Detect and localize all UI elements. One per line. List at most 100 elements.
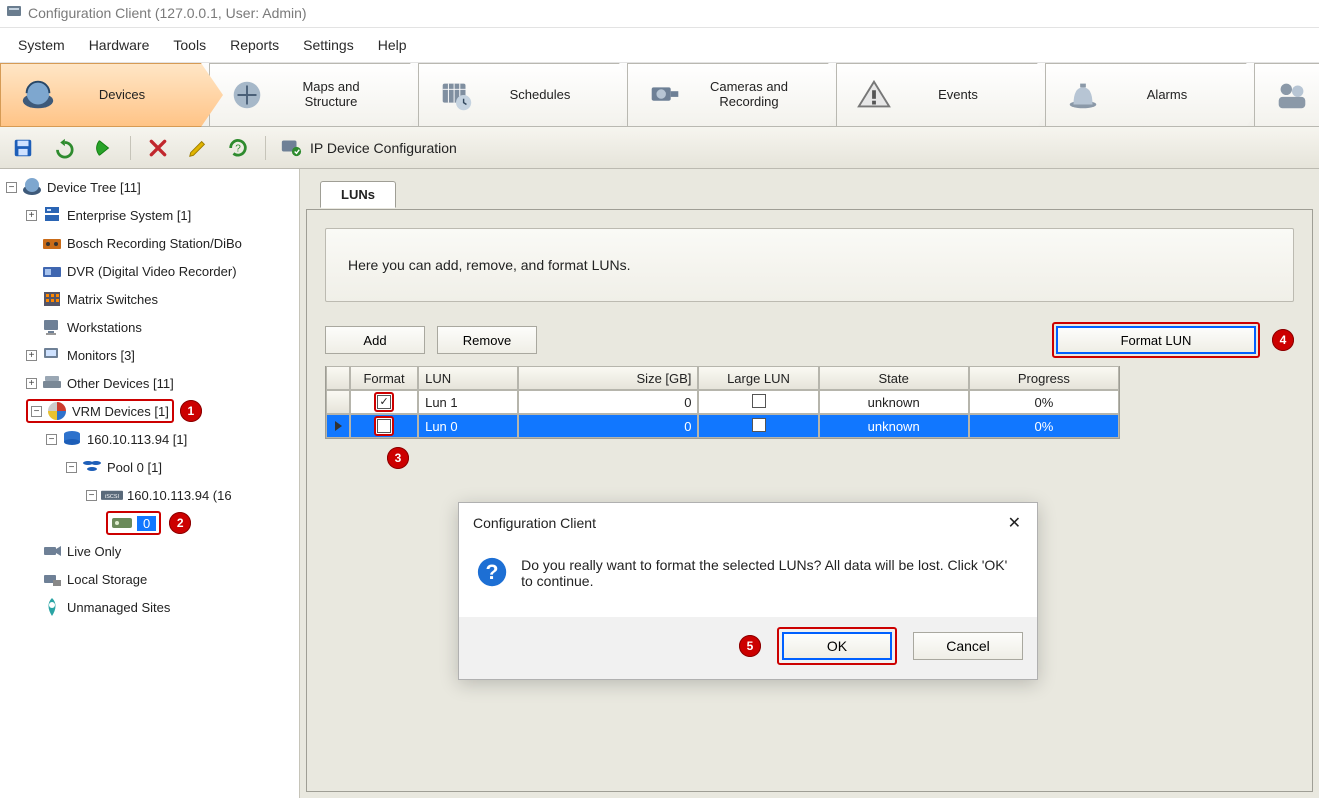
luns-panel: Here you can add, remove, and format LUN… (306, 209, 1313, 792)
col-format[interactable]: Format (350, 366, 418, 390)
tree-liveonly[interactable]: Live Only (26, 537, 299, 565)
table-header-row: Format LUN Size [GB] Large LUN State Pro… (326, 366, 1119, 390)
edit-icon[interactable] (185, 135, 211, 161)
expand-icon[interactable]: + (26, 210, 37, 221)
undo-icon[interactable] (50, 135, 76, 161)
tree-vrm-ip-label: 160.10.113.94 [1] (87, 432, 187, 447)
menu-reports[interactable]: Reports (220, 34, 289, 56)
menu-settings[interactable]: Settings (293, 34, 364, 56)
format-lun-highlight: Format LUN (1052, 322, 1260, 358)
nav-alarms[interactable]: Alarms (1045, 63, 1268, 127)
large-lun-checkbox[interactable] (752, 418, 766, 432)
nav-maps[interactable]: Maps and Structure (209, 63, 432, 127)
tree-monitors-label: Monitors [3] (67, 348, 135, 363)
luns-table: Format LUN Size [GB] Large LUN State Pro… (325, 366, 1120, 439)
tree-lun0[interactable]: 0 2 (106, 509, 299, 537)
menu-hardware[interactable]: Hardware (79, 34, 160, 56)
menu-system[interactable]: System (8, 34, 75, 56)
nav-events[interactable]: Events (836, 63, 1059, 127)
tree-root[interactable]: − Device Tree [11] (6, 173, 299, 201)
collapse-icon[interactable]: − (6, 182, 17, 193)
alarms-icon (1064, 76, 1102, 114)
nav-schedules[interactable]: Schedules (418, 63, 641, 127)
iscsi-icon: iSCSI (101, 484, 123, 506)
add-button[interactable]: Add (325, 326, 425, 354)
remove-button[interactable]: Remove (437, 326, 537, 354)
site-icon (41, 596, 63, 618)
dialog-title-bar: Configuration Client ✕ (459, 503, 1037, 543)
col-large[interactable]: Large LUN (698, 366, 818, 390)
col-size[interactable]: Size [GB] (518, 366, 698, 390)
tree-vrm[interactable]: − VRM Devices [1] 1 (26, 397, 299, 425)
nav-users[interactable]: User Groups (1254, 63, 1319, 127)
tree-pool[interactable]: − Pool 0 [1] (66, 453, 299, 481)
delete-icon[interactable] (145, 135, 171, 161)
table-row[interactable]: Lun 0 0 unknown 0% (326, 414, 1119, 438)
format-checkbox[interactable] (377, 419, 391, 433)
lun-icon (111, 512, 133, 534)
table-row[interactable]: Lun 1 0 unknown 0% (326, 390, 1119, 414)
dialog-title: Configuration Client (473, 515, 596, 531)
callout-2: 2 (169, 512, 191, 534)
col-progress[interactable]: Progress (969, 366, 1119, 390)
tree-unmanaged[interactable]: Unmanaged Sites (26, 593, 299, 621)
cell-large[interactable] (698, 390, 818, 414)
col-lun[interactable]: LUN (418, 366, 518, 390)
format-lun-button[interactable]: Format LUN (1056, 326, 1256, 354)
cell-format[interactable] (350, 414, 418, 438)
events-icon (855, 76, 893, 114)
schedules-icon (437, 76, 475, 114)
users-icon (1273, 76, 1311, 114)
collapse-icon[interactable]: − (31, 406, 42, 417)
tab-luns[interactable]: LUNs (320, 181, 396, 208)
refresh-icon[interactable]: ? (225, 135, 251, 161)
cell-format[interactable] (350, 390, 418, 414)
tree-workstations-label: Workstations (67, 320, 142, 335)
ip-device-config[interactable]: IP Device Configuration (280, 135, 457, 160)
expand-icon[interactable]: + (26, 350, 37, 361)
cell-large[interactable] (698, 414, 818, 438)
nav-devices[interactable]: Devices (0, 63, 223, 127)
format-checkbox[interactable] (377, 395, 391, 409)
tree-workstations[interactable]: Workstations (26, 313, 299, 341)
nav-maps-label: Maps and Structure (276, 80, 386, 110)
tree-dvr[interactable]: DVR (Digital Video Recorder) (26, 257, 299, 285)
tree-other-label: Other Devices [11] (67, 376, 174, 391)
tree-iscsi[interactable]: − iSCSI 160.10.113.94 (16 (86, 481, 299, 509)
col-state[interactable]: State (819, 366, 969, 390)
cell-state: unknown (819, 414, 969, 438)
activate-icon[interactable] (90, 135, 116, 161)
save-icon[interactable] (10, 135, 36, 161)
svg-text:?: ? (486, 560, 499, 584)
tree-bosch[interactable]: Bosch Recording Station/DiBo (26, 229, 299, 257)
tree-enterprise[interactable]: + Enterprise System [1] (26, 201, 299, 229)
tree-pane: − Device Tree [11] + Enterprise System [… (0, 169, 300, 798)
collapse-icon[interactable]: − (86, 490, 97, 501)
tree-root-label: Device Tree [11] (47, 180, 141, 195)
row-header[interactable] (326, 390, 350, 414)
ok-button[interactable]: OK (782, 632, 892, 660)
menu-tools[interactable]: Tools (163, 34, 216, 56)
vrm-icon (46, 400, 68, 422)
toolbar-separator (130, 136, 131, 160)
tree-localstorage[interactable]: Local Storage (26, 565, 299, 593)
nav-cameras[interactable]: Cameras and Recording (627, 63, 850, 127)
expand-icon[interactable]: + (26, 378, 37, 389)
dialog-message: Do you really want to format the selecte… (521, 557, 1019, 591)
tree-matrix[interactable]: Matrix Switches (26, 285, 299, 313)
collapse-icon[interactable]: − (66, 462, 77, 473)
close-icon[interactable]: ✕ (1002, 511, 1027, 535)
cell-state: unknown (819, 390, 969, 414)
collapse-icon[interactable]: − (46, 434, 57, 445)
ip-device-icon (280, 135, 302, 160)
menu-help[interactable]: Help (368, 34, 417, 56)
tree-enterprise-label: Enterprise System [1] (67, 208, 191, 223)
large-lun-checkbox[interactable] (752, 394, 766, 408)
row-header[interactable] (326, 414, 350, 438)
tree-bosch-label: Bosch Recording Station/DiBo (67, 236, 242, 251)
tree-vrm-ip[interactable]: − 160.10.113.94 [1] (46, 425, 299, 453)
cancel-button[interactable]: Cancel (913, 632, 1023, 660)
tree-other[interactable]: + Other Devices [11] (26, 369, 299, 397)
workstation-icon (41, 316, 63, 338)
tree-monitors[interactable]: + Monitors [3] (26, 341, 299, 369)
